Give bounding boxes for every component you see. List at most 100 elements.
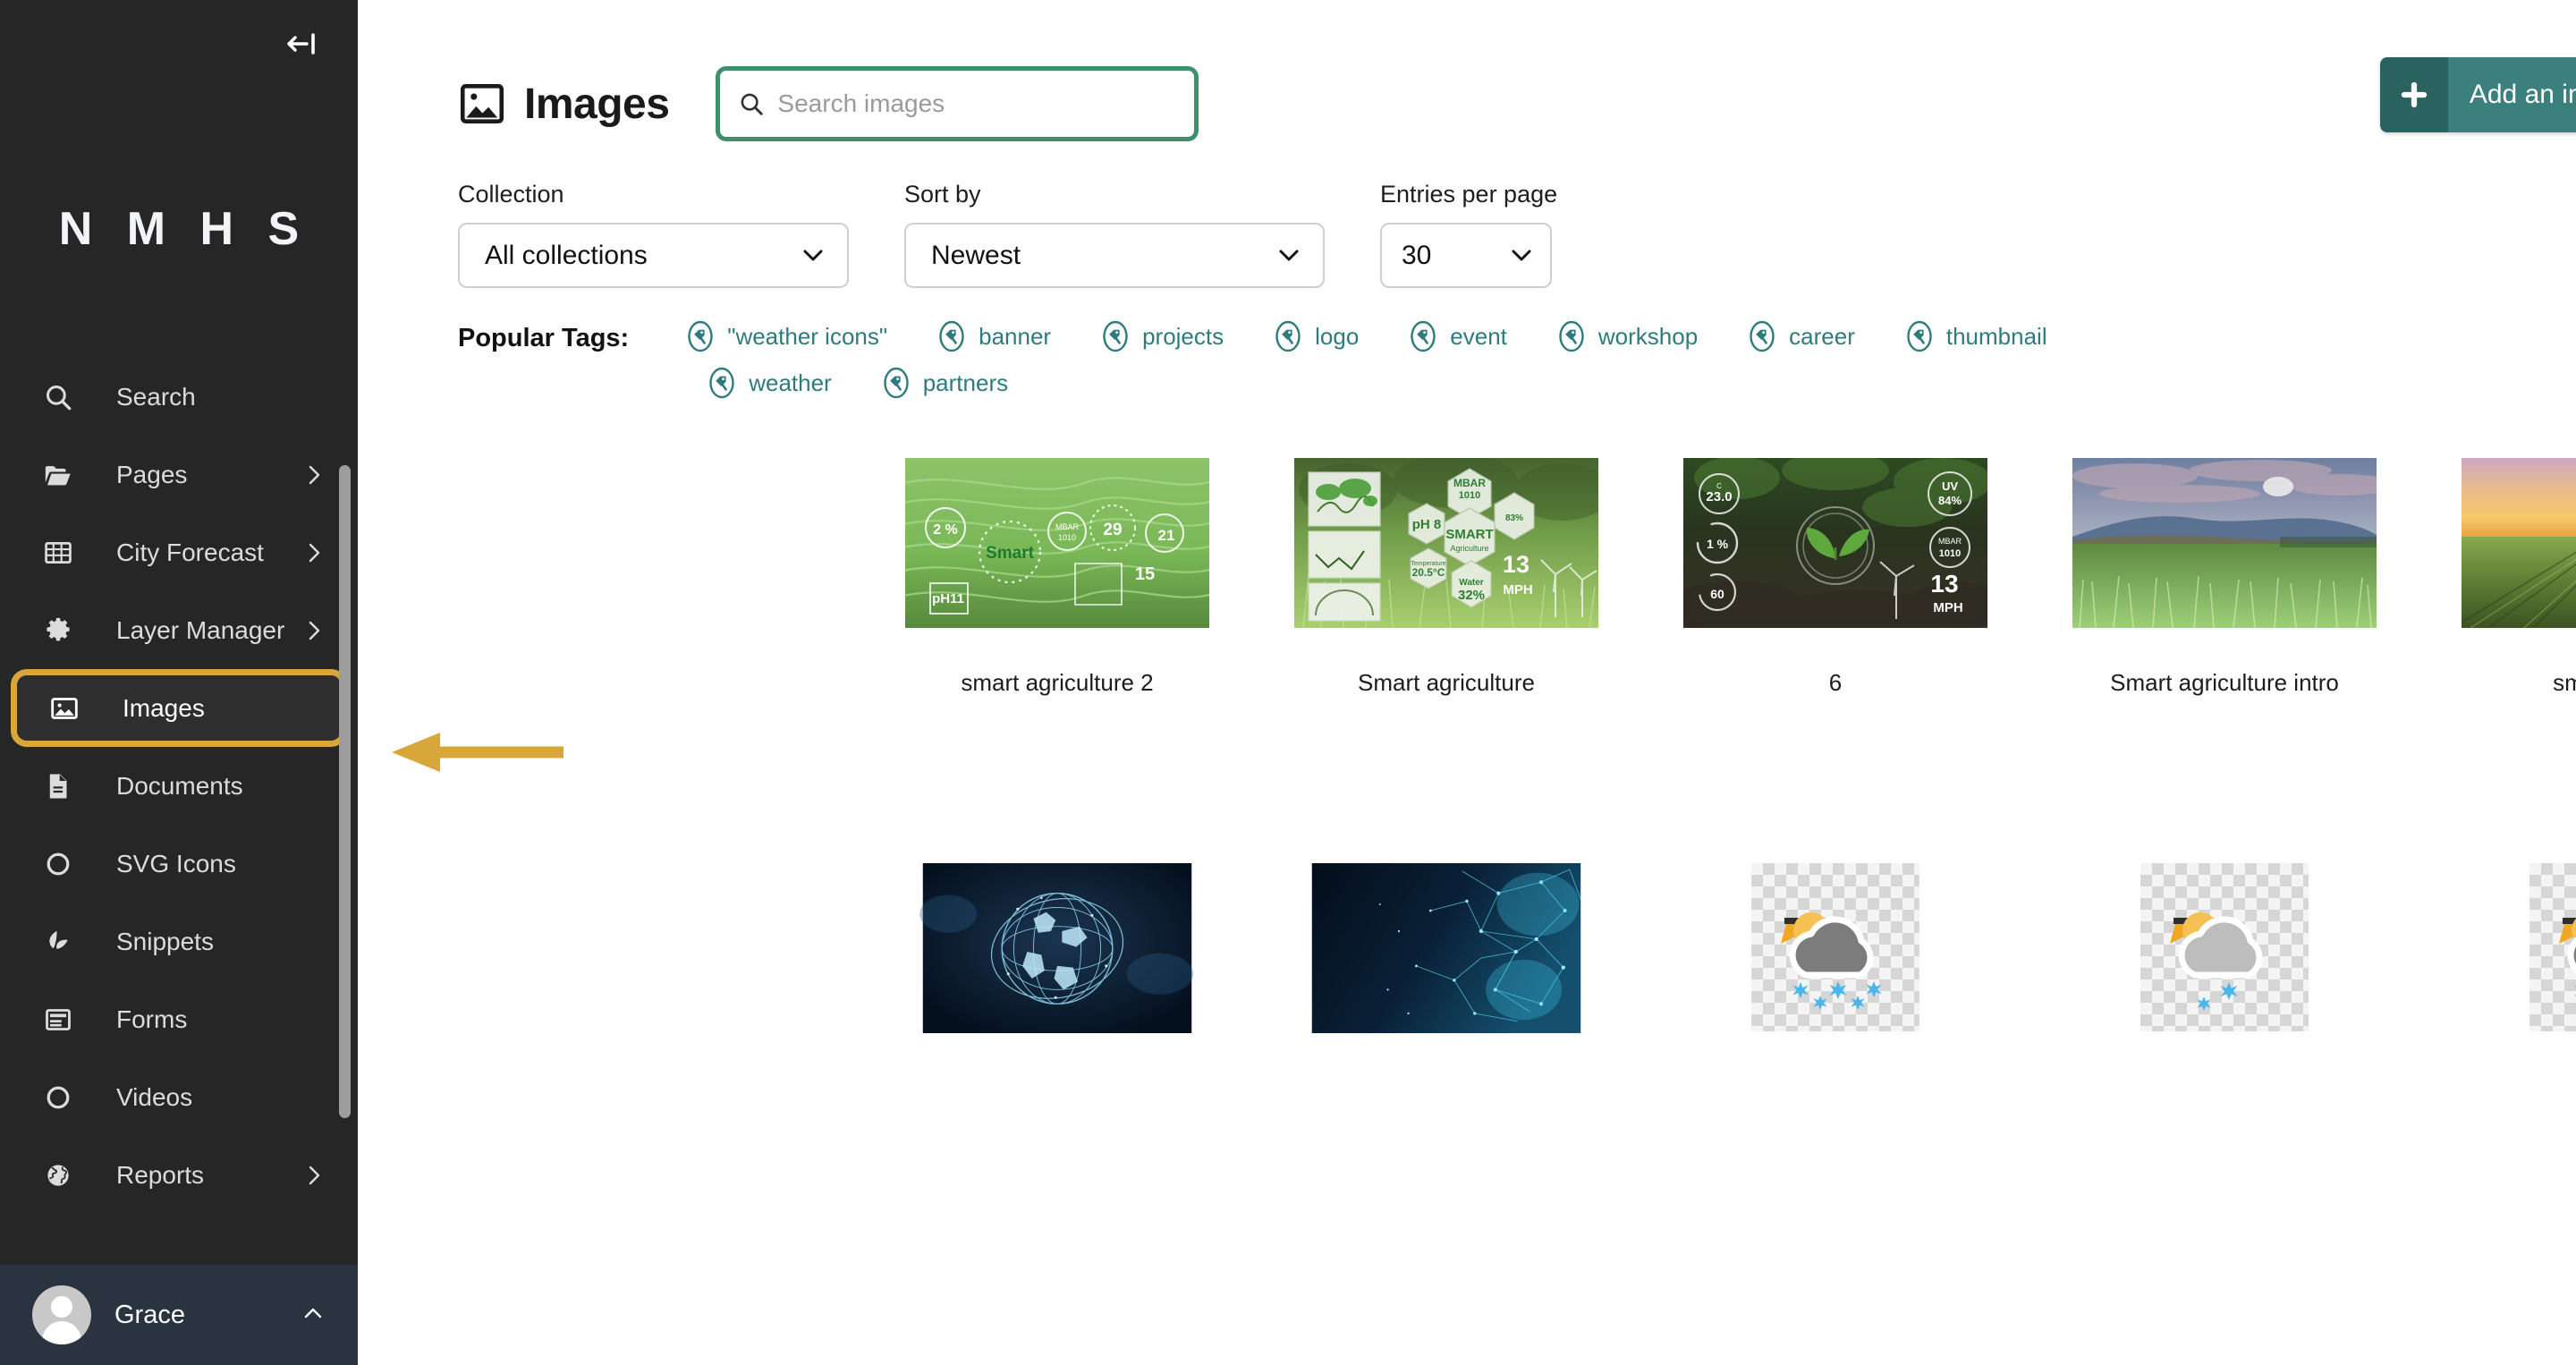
tag-chip[interactable]: event [1405,318,1507,354]
page-title: Images [524,80,670,128]
image-card[interactable] [2072,863,2377,1097]
tag-label: thumbnail [1945,322,2047,350]
thumbnail-cornfield [2072,458,2377,628]
thumbnail-cloud-sleet [2559,918,2576,996]
tag-chip[interactable]: "weather icons" [682,318,887,354]
search-input[interactable] [777,89,1177,118]
collection-label: Collection [458,181,564,208]
transparency-checkerboard [1751,863,1919,1031]
tag-chip[interactable]: logo [1270,318,1359,354]
svg-text:MBAR: MBAR [1938,537,1962,546]
collection-select[interactable]: All collections [458,223,849,288]
svg-text:MPH: MPH [1503,582,1532,598]
image-caption: 6 [1828,669,1843,696]
thumbnail-globe-network [919,863,1193,1033]
sidebar-item-images[interactable]: Images [11,669,347,747]
image-card[interactable]: C 23.0 1 % 60 UV 84% MBAR 1010 13 MPH 6 [1683,458,1987,697]
image-card[interactable] [2462,863,2576,1097]
svg-text:pH 8: pH 8 [1412,517,1442,532]
tag-icon [1554,318,1589,354]
sidebar-item-search[interactable]: Search [0,358,358,436]
sidebar-item-forms[interactable]: Forms [0,980,358,1058]
search-box[interactable] [716,66,1199,141]
svg-text:MPH: MPH [1933,600,1962,615]
image-card[interactable] [1683,863,1987,1097]
thumbnail-cloud-snow-heavy [1781,912,1882,1010]
collection-filter: Collection All collections [458,181,849,288]
entries-per-page-filter: Entries per page 30 [1380,181,1557,288]
sidebar-item-layer-manager[interactable]: Layer Manager [0,591,358,669]
thumbnail-cloud-snow-light [2170,912,2263,1011]
svg-text:32%: 32% [1458,588,1485,603]
sidebar-item-label: Documents [116,771,243,800]
document-icon [39,767,77,805]
transparency-checkerboard [2529,863,2576,1031]
user-menu-button[interactable]: Grace [0,1265,358,1365]
image-card[interactable]: smart_agric [2462,458,2576,697]
tag-label: partners [922,369,1009,396]
image-grid-row-1: 2 % Smart MBAR 1010 29 21 15 pH11 smart … [358,401,2576,697]
popular-tags-list: "weather icons" banner projects logo eve… [682,318,2203,401]
sidebar-item-documents[interactable]: Documents [0,747,358,825]
svg-text:1010: 1010 [1058,533,1076,542]
sidebar-item-videos[interactable]: Videos [0,1058,358,1136]
svg-text:60: 60 [1710,587,1724,601]
avatar [32,1285,91,1344]
sidebar-item-snippets[interactable]: Snippets [0,903,358,980]
tag-chip[interactable]: workshop [1554,318,1698,354]
image-card[interactable] [905,863,1209,1097]
tag-chip[interactable]: weather [704,365,832,401]
sidebar-scrollbar[interactable] [339,465,351,1118]
chevron-right-icon [302,463,326,487]
sidebar-item-label: Snippets [116,927,214,955]
folder-open-icon [39,456,77,494]
chevron-down-icon [1509,243,1534,268]
tag-chip[interactable]: thumbnail [1902,318,2047,354]
svg-text:Agriculture: Agriculture [1450,544,1488,553]
image-thumbnail-wrap: 2 % Smart MBAR 1010 29 21 15 pH11 [905,458,1209,628]
image-card[interactable]: Smart agriculture intro [2072,458,2377,697]
chevron-down-icon [801,243,826,268]
collapse-sidebar-icon[interactable] [281,23,322,64]
tag-icon [1097,318,1133,354]
svg-text:SMART: SMART [1445,527,1493,542]
image-thumbnail-wrap [2072,458,2377,628]
image-card[interactable]: pH 8 MBAR 1010 83% SMART Agriculture Tem… [1294,458,1598,697]
thumbnail-sunset-field [2462,458,2576,628]
thumbnail-smart-seedling: C 23.0 1 % 60 UV 84% MBAR 1010 13 MPH [1683,458,1987,628]
sidebar-item-label: Pages [116,460,188,488]
sidebar-item-label: Forms [116,1005,188,1033]
add-an-image-button[interactable]: Add an image [2379,57,2576,132]
image-thumbnail-wrap [1683,863,1987,1056]
image-card[interactable]: 2 % Smart MBAR 1010 29 21 15 pH11 smart … [905,458,1209,697]
sidebar-item-reports[interactable]: Reports [0,1136,358,1214]
svg-text:20.5°C: 20.5°C [1412,566,1445,579]
circle-icon [39,1079,77,1116]
tag-chip[interactable]: banner [934,318,1051,354]
tag-chip[interactable]: partners [878,365,1008,401]
sidebar-item-pages[interactable]: Pages [0,436,358,513]
tag-chip[interactable]: career [1744,318,1855,354]
image-card[interactable] [1294,863,1598,1097]
tag-icon [878,365,914,401]
app-root: N M H S Search Pages City Forecast Layer… [0,0,2576,1365]
sidebar-item-svg-icons[interactable]: SVG Icons [0,825,358,903]
tag-label: workshop [1597,322,1699,350]
entries-per-page-value: 30 [1402,240,1432,270]
add-an-image-label: Add an image [2447,57,2576,132]
image-caption: smart_agric [2553,669,2576,696]
sidebar-item-city-forecast[interactable]: City Forecast [0,513,358,591]
svg-text:1 %: 1 % [1707,537,1729,551]
image-caption: Smart agriculture intro [2110,669,2339,696]
image-caption: smart agriculture 2 [961,669,1154,696]
brand-logo: N M H S [58,203,310,255]
svg-text:Water: Water [1459,578,1484,588]
circle-icon [39,845,77,883]
sidebar-item-label: Videos [116,1082,193,1111]
chevron-right-icon [302,1164,326,1187]
entries-per-page-select[interactable]: 30 [1380,223,1552,288]
image-icon [458,83,506,124]
tag-chip[interactable]: projects [1097,318,1224,354]
sort-by-select[interactable]: Newest [904,223,1325,288]
sidebar-item-label: Layer Manager [116,615,285,644]
